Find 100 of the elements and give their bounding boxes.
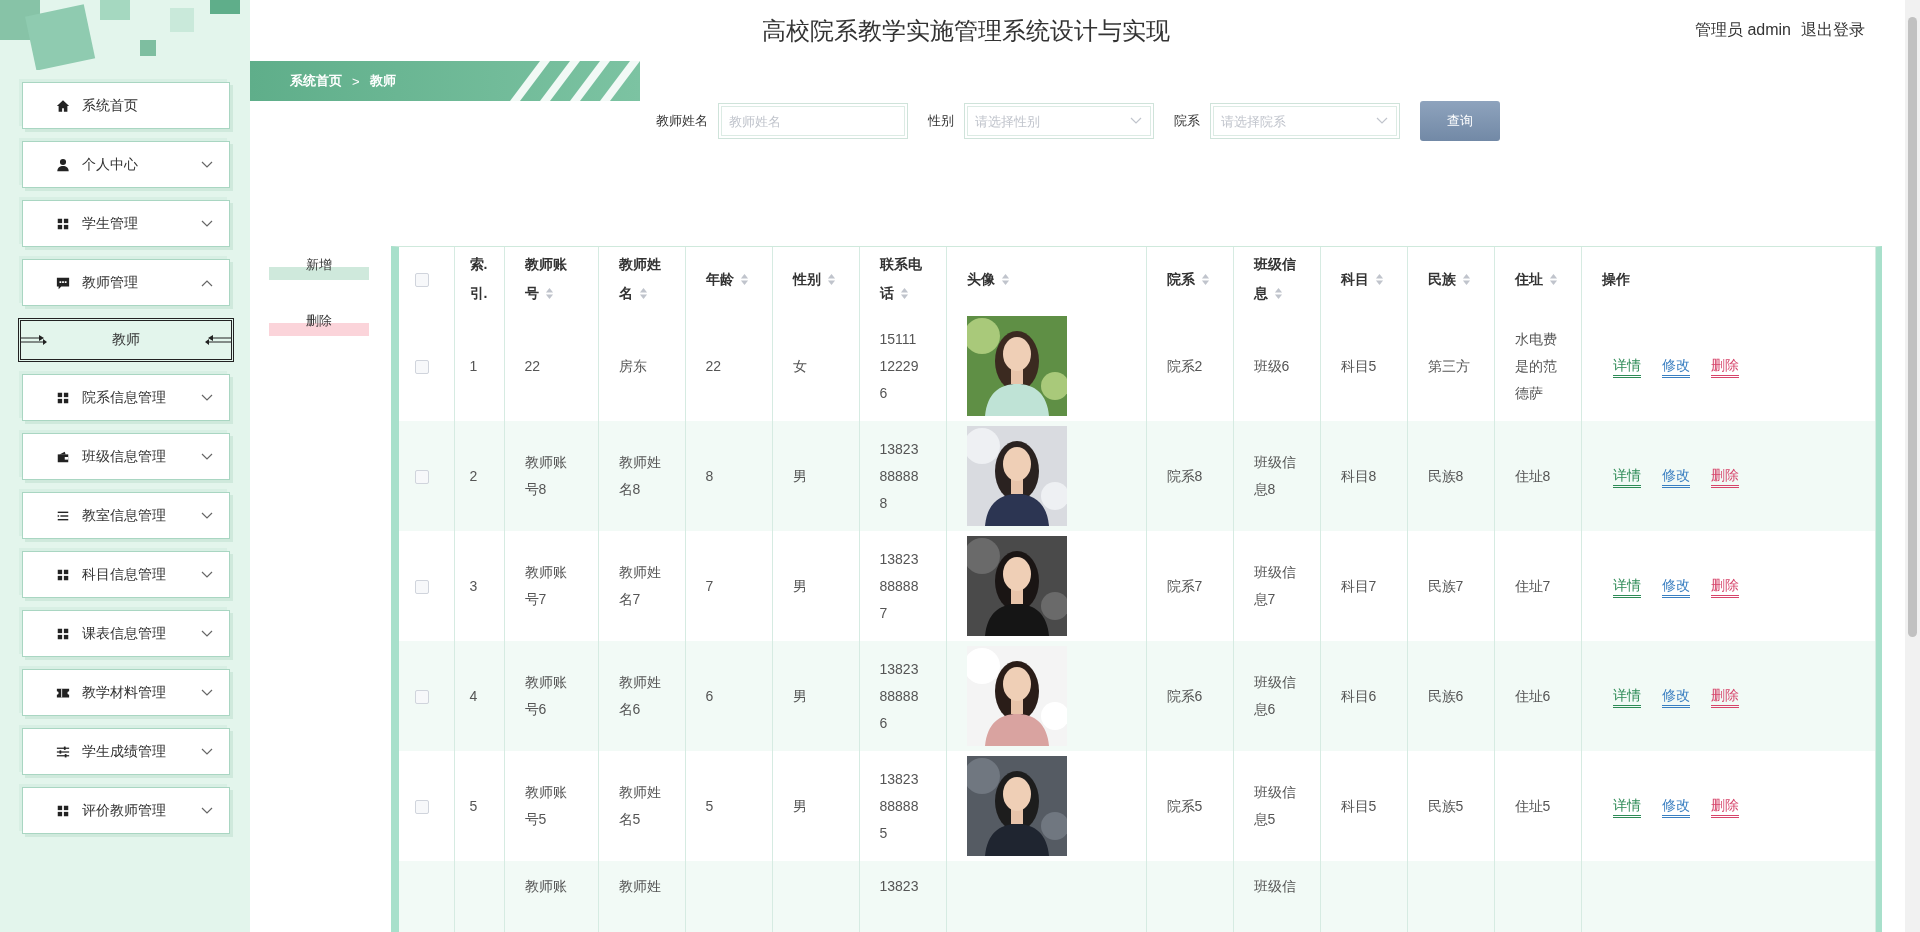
edit-link[interactable]: 修改	[1661, 354, 1690, 378]
column-header[interactable]: 民族	[1427, 264, 1471, 294]
checkbox[interactable]	[415, 272, 429, 287]
chevron-down-icon[interactable]	[201, 570, 213, 579]
detail-link[interactable]: 详情	[1612, 574, 1641, 598]
chevron-down-icon[interactable]	[201, 511, 213, 520]
table-cell-text: 4	[469, 686, 479, 706]
column-header[interactable]: 教师姓名	[618, 250, 662, 308]
field-label: 性别	[927, 112, 954, 130]
menu-item[interactable]: 评价教师管理	[22, 787, 230, 834]
column-header[interactable]: 头像	[966, 264, 1010, 294]
checkbox[interactable]	[415, 469, 429, 484]
select-field[interactable]: 请选择院系	[1209, 103, 1400, 139]
sort-icon[interactable]	[826, 272, 836, 286]
delete-link[interactable]: 删除	[1710, 684, 1739, 708]
column-header: 索.引.	[469, 255, 489, 303]
table-cell-text: 5	[705, 796, 715, 816]
checkbox[interactable]	[415, 359, 429, 374]
sort-icon[interactable]	[1000, 272, 1010, 286]
table-cell-text: 住址6	[1514, 686, 1552, 706]
table-cell-text: 民族7	[1427, 576, 1465, 596]
chevron-down-icon[interactable]	[201, 219, 213, 228]
menu-item[interactable]: 教学材料管理	[22, 669, 230, 716]
table-cell-text: 15111122296	[879, 329, 920, 403]
add-button[interactable]: 新增	[269, 256, 369, 280]
table-cell-text: 教师姓名5	[618, 783, 662, 829]
menu-item[interactable]: 科目信息管理	[22, 551, 230, 598]
sort-icon[interactable]	[899, 287, 909, 300]
table-cell-text: 院系8	[1166, 466, 1204, 486]
chevron-down-icon[interactable]	[201, 806, 213, 815]
checkbox[interactable]	[415, 689, 429, 704]
table-cell-text: 水电费是的范德萨	[1514, 329, 1558, 403]
sort-icon[interactable]	[1548, 272, 1558, 286]
sort-icon[interactable]	[1461, 272, 1471, 286]
table-cell-text: 13823888886	[879, 659, 920, 733]
edit-link[interactable]: 修改	[1661, 684, 1690, 708]
menu-item[interactable]: 个人中心	[22, 141, 230, 188]
grid-icon	[56, 390, 70, 405]
delete-link[interactable]: 删除	[1710, 574, 1739, 598]
table-cell-text: 22	[524, 356, 542, 376]
menu-item[interactable]: 班级信息管理	[22, 433, 230, 480]
caret-icon[interactable]	[1375, 117, 1388, 125]
table-cell-text: 13823888885	[879, 769, 920, 843]
menu-item[interactable]: 教师管理	[22, 259, 230, 306]
chevron-down-icon[interactable]	[201, 452, 213, 461]
column-header[interactable]: 科目	[1340, 264, 1384, 294]
sort-icon[interactable]	[1200, 272, 1210, 286]
chevron-up-icon[interactable]	[201, 278, 213, 287]
column-header[interactable]: 联系电话	[879, 250, 923, 308]
sort-icon[interactable]	[739, 272, 749, 286]
table-cell-text: 6	[705, 686, 715, 706]
menu-item[interactable]: 课表信息管理	[22, 610, 230, 657]
caret-icon[interactable]	[1129, 117, 1142, 125]
logout-link[interactable]: 退出登录	[1801, 20, 1865, 41]
column-header[interactable]: 住址	[1514, 264, 1558, 294]
detail-link[interactable]: 详情	[1612, 794, 1641, 818]
submenu-item[interactable]: 教师	[18, 318, 234, 362]
edit-link[interactable]: 修改	[1661, 464, 1690, 488]
table-cell-text: 教师姓名6	[618, 673, 662, 719]
sort-icon[interactable]	[544, 287, 554, 300]
table-cell-text: 住址7	[1514, 576, 1552, 596]
scrollbar[interactable]	[1905, 0, 1920, 932]
sort-icon[interactable]	[1273, 287, 1283, 300]
table-cell-text: 班级6	[1253, 356, 1291, 376]
sort-icon[interactable]	[638, 287, 648, 300]
column-header[interactable]: 班级信息	[1253, 250, 1297, 308]
detail-link[interactable]: 详情	[1612, 464, 1641, 488]
table-cell-text: 院系7	[1166, 576, 1204, 596]
select-field[interactable]: 请选择性别	[963, 103, 1154, 139]
menu-item[interactable]: 院系信息管理	[22, 374, 230, 421]
chevron-down-icon[interactable]	[201, 160, 213, 169]
menu-item[interactable]: 系统首页	[22, 82, 230, 129]
table-cell-text: 班级信息8	[1253, 453, 1297, 499]
checkbox[interactable]	[415, 579, 429, 594]
menu-item[interactable]: 学生成绩管理	[22, 728, 230, 775]
chevron-down-icon[interactable]	[201, 747, 213, 756]
chevron-down-icon[interactable]	[201, 688, 213, 697]
sort-icon[interactable]	[1374, 272, 1384, 286]
column-header[interactable]: 教师账号	[524, 250, 568, 308]
checkbox[interactable]	[415, 799, 429, 814]
column-header[interactable]: 性别	[792, 264, 836, 294]
chevron-down-icon[interactable]	[201, 629, 213, 638]
table-cell-text: 科目7	[1340, 576, 1378, 596]
detail-link[interactable]: 详情	[1612, 684, 1641, 708]
delete-button[interactable]: 删除	[269, 312, 369, 336]
input-field[interactable]: 教师姓名	[717, 103, 908, 139]
column-header[interactable]: 院系	[1166, 264, 1210, 294]
table-cell-text: 教师姓	[618, 877, 662, 896]
menu-item[interactable]: 学生管理	[22, 200, 230, 247]
edit-link[interactable]: 修改	[1661, 794, 1690, 818]
delete-link[interactable]: 删除	[1710, 464, 1739, 488]
menu-item[interactable]: 教室信息管理	[22, 492, 230, 539]
edit-link[interactable]: 修改	[1661, 574, 1690, 598]
chevron-down-icon[interactable]	[201, 393, 213, 402]
table-cell-text: 男	[792, 686, 808, 706]
detail-link[interactable]: 详情	[1612, 354, 1641, 378]
delete-link[interactable]: 删除	[1710, 354, 1739, 378]
column-header[interactable]: 年龄	[705, 264, 749, 294]
table-cell-text: 院系5	[1166, 796, 1204, 816]
delete-link[interactable]: 删除	[1710, 794, 1739, 818]
